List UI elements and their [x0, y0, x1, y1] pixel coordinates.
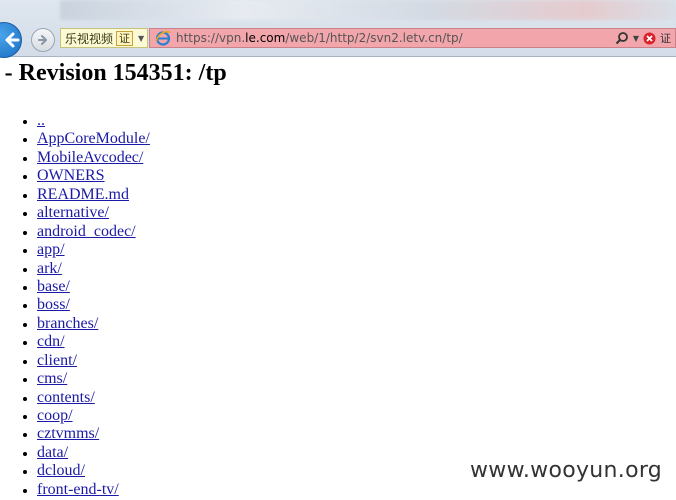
directory-entry-link[interactable]: dcloud/ [37, 462, 85, 479]
list-item: branches/ [37, 315, 150, 333]
list-item: data/ [37, 444, 150, 462]
site-identity-button[interactable]: 乐视视频 证 ▼ [60, 28, 148, 48]
list-item: coop/ [37, 407, 150, 425]
directory-entry-link[interactable]: base/ [37, 278, 70, 295]
directory-entry-link[interactable]: app/ [37, 241, 65, 258]
directory-listing: ..AppCoreModule/MobileAvcodec/OWNERS READ… [0, 112, 150, 499]
directory-entry-link[interactable]: branches/ [37, 315, 98, 332]
directory-entry-link[interactable]: alternative/ [37, 204, 109, 221]
forward-button[interactable] [31, 28, 55, 52]
list-item: README.md [37, 186, 150, 204]
list-item: alternative/ [37, 204, 150, 222]
list-item: OWNERS [37, 167, 150, 185]
directory-entry-link[interactable]: client/ [37, 352, 77, 369]
directory-entry-link[interactable]: contents/ [37, 389, 95, 406]
certificate-error-icon[interactable] [643, 32, 656, 45]
list-item: client/ [37, 352, 150, 370]
ie-page-icon [155, 30, 171, 46]
directory-entry-link[interactable]: boss/ [37, 296, 70, 313]
list-item: front-end-tv/ [37, 481, 150, 499]
certificate-badge: 证 [116, 30, 134, 46]
back-arrow-icon [5, 32, 20, 48]
directory-entry-link[interactable]: cztvmms/ [37, 425, 99, 442]
list-item: ark/ [37, 260, 150, 278]
search-dropdown-icon[interactable]: ▼ [633, 34, 639, 43]
list-item: cms/ [37, 370, 150, 388]
list-item: cztvmms/ [37, 425, 150, 443]
list-item: MobileAvcodec/ [37, 149, 150, 167]
directory-entry-link[interactable]: cdn/ [37, 333, 65, 350]
list-item: android_codec/ [37, 223, 150, 241]
list-item: cdn/ [37, 333, 150, 351]
directory-entry-link[interactable]: data/ [37, 444, 68, 461]
directory-entry-link[interactable]: AppCoreModule/ [37, 130, 150, 147]
list-item: dcloud/ [37, 462, 150, 480]
list-item: .. [37, 112, 150, 130]
directory-entry-link[interactable]: ark/ [37, 260, 62, 277]
directory-entry-link[interactable]: OWNERS [37, 167, 105, 184]
chevron-down-icon: ▼ [138, 33, 145, 43]
site-identity-label: 乐视视频 [65, 31, 114, 46]
list-item: app/ [37, 241, 150, 259]
directory-entry-link[interactable]: front-end-tv/ [37, 481, 119, 498]
url-path: /web/1/http/2/svn2.letv.cn/tp/ [285, 31, 463, 45]
forward-arrow-icon [38, 35, 47, 45]
browser-toolbar: 乐视视频 证 ▼ https://vpn. le.com/web/1/http/2… [0, 0, 676, 58]
directory-entry-link[interactable]: README.md [37, 186, 129, 203]
list-item: AppCoreModule/ [37, 130, 150, 148]
certificate-error-label: 证 [660, 32, 671, 45]
directory-entry-link[interactable]: coop/ [37, 407, 73, 424]
search-icon[interactable] [615, 31, 629, 45]
list-item: boss/ [37, 296, 150, 314]
address-bar-tools: ▼ 证 [615, 29, 671, 47]
tab-strip[interactable] [60, 0, 676, 20]
list-item: contents/ [37, 389, 150, 407]
directory-entry-link[interactable]: cms/ [37, 370, 67, 387]
url-scheme-prefix: https://vpn. [176, 31, 246, 45]
watermark: www.wooyun.org [470, 458, 663, 483]
address-bar[interactable]: https://vpn. le.com/web/1/http/2/svn2.let… [149, 28, 676, 48]
directory-entry-link[interactable]: android_codec/ [37, 223, 136, 240]
list-item: base/ [37, 278, 150, 296]
directory-entry-link[interactable]: MobileAvcodec/ [37, 149, 143, 166]
page-title: / - Revision 154351: /tp [0, 60, 227, 86]
directory-entry-link[interactable]: .. [37, 112, 45, 129]
url-domain: le.com [245, 31, 286, 45]
back-button[interactable] [0, 22, 22, 58]
